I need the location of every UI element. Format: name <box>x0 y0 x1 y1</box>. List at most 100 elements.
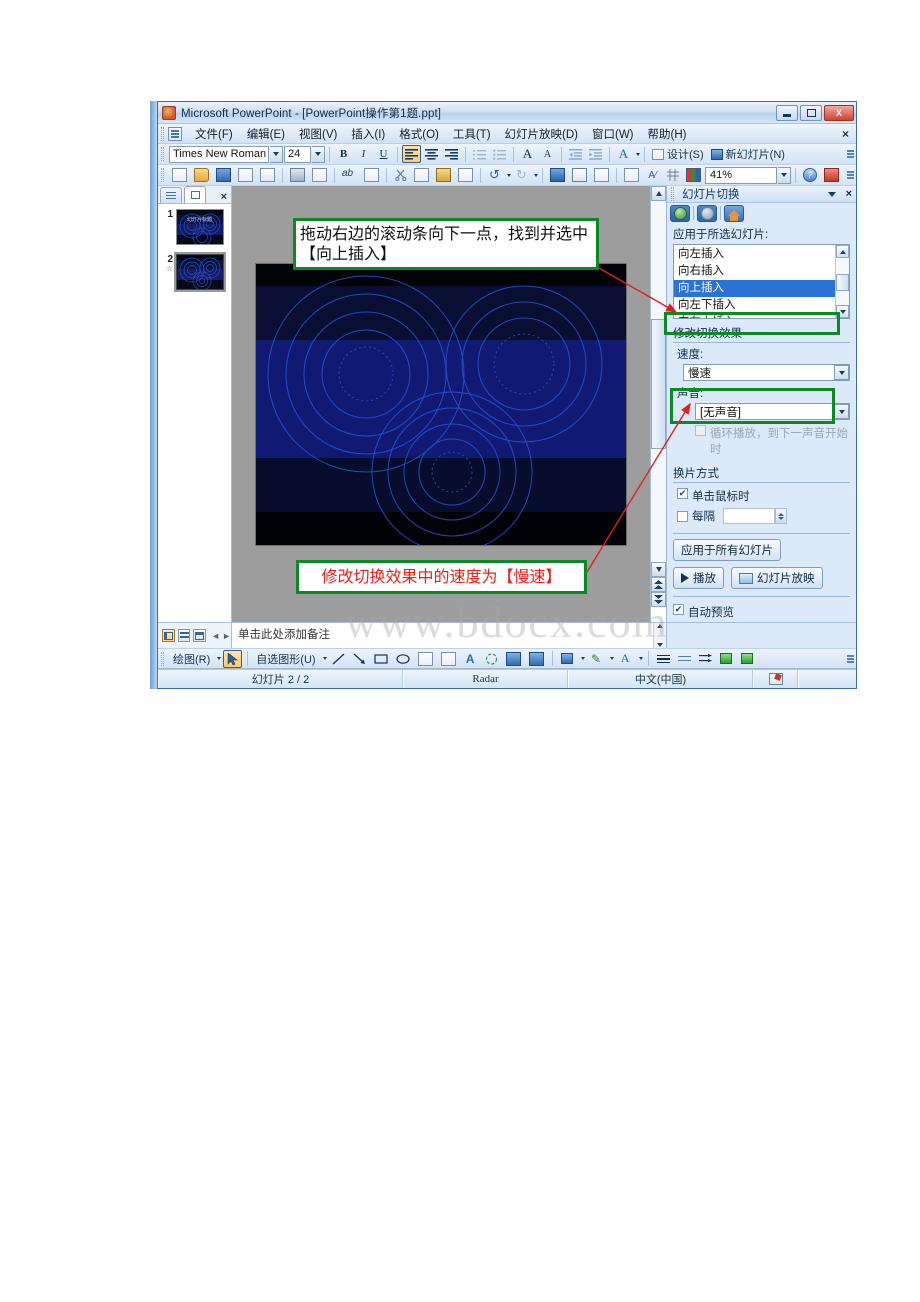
align-center-button[interactable] <box>422 145 441 163</box>
effect-item[interactable]: 向左上插入 <box>674 314 835 318</box>
auto-preview-checkbox[interactable]: ✔ <box>673 604 684 615</box>
menu-item-window[interactable]: 窗口(W) <box>585 124 641 144</box>
align-right-button[interactable] <box>442 145 461 163</box>
automatically-after-row[interactable]: 每隔 <box>673 506 850 526</box>
menu-item-tools[interactable]: 工具(T) <box>446 124 498 144</box>
thumbnail-scroll-arrows[interactable]: ◄ ► <box>211 631 231 641</box>
task-pane-dropdown-button[interactable] <box>827 188 836 200</box>
play-button[interactable]: 播放 <box>673 567 724 590</box>
decrease-indent-button[interactable] <box>566 145 585 163</box>
decrease-font-size-button[interactable]: A <box>538 145 557 163</box>
rectangle-button[interactable] <box>371 650 391 668</box>
line-color-button[interactable]: ✎ <box>587 650 606 668</box>
spellcheck-status[interactable] <box>753 670 798 688</box>
insert-table-button[interactable] <box>569 166 590 184</box>
line-style-button[interactable] <box>654 650 673 668</box>
slide-canvas[interactable] <box>256 263 626 545</box>
font-color-draw-dropdown-icon[interactable] <box>638 657 643 660</box>
draw-menu-button[interactable]: 绘图(R) <box>170 650 213 668</box>
line-button[interactable] <box>329 650 348 668</box>
effect-list-scrollbar[interactable] <box>835 245 849 319</box>
color-grayscale-button[interactable] <box>683 166 704 184</box>
arrow-button[interactable] <box>350 650 369 668</box>
office-assistant-button[interactable] <box>821 166 842 184</box>
autoshapes-menu-button[interactable]: 自选图形(U) <box>253 650 318 668</box>
increase-font-size-button[interactable]: A <box>518 145 537 163</box>
language-status[interactable]: 中文(中国) <box>568 670 753 688</box>
slide-show-button[interactable]: 幻灯片放映 <box>731 567 823 590</box>
scroll-down-button[interactable] <box>651 562 666 577</box>
effect-scroll-track[interactable] <box>836 258 849 306</box>
scroll-up-button[interactable] <box>651 186 666 201</box>
thumbnail-item[interactable]: 1 幻灯片标题 <box>161 209 228 245</box>
font-size-dropdown-icon[interactable] <box>312 145 325 163</box>
menu-grip[interactable] <box>161 126 164 141</box>
font-color-button[interactable]: A <box>614 145 633 163</box>
menu-item-slideshow[interactable]: 幻灯片放映(D) <box>498 124 585 144</box>
drawing-toolbar-grip[interactable] <box>161 651 164 666</box>
show-formatting-button[interactable]: A⁄ <box>643 166 662 184</box>
effect-item[interactable]: 向左插入 <box>674 246 835 263</box>
menu-item-view[interactable]: 视图(V) <box>292 124 344 144</box>
toolbar-overflow-button[interactable] <box>847 150 856 158</box>
effect-item[interactable]: 向左下插入 <box>674 297 835 314</box>
effect-scroll-down-button[interactable] <box>836 305 849 319</box>
draw-menu-dropdown-icon[interactable] <box>217 657 222 660</box>
new-slide-button[interactable]: 新幻灯片(N) <box>708 145 788 163</box>
apply-to-all-slides-button[interactable]: 应用于所有幻灯片 <box>673 539 781 562</box>
align-left-button[interactable] <box>402 145 421 163</box>
task-pane-grip[interactable] <box>671 187 674 202</box>
design-button[interactable]: 设计(S) <box>649 145 707 163</box>
automatically-after-input[interactable] <box>723 508 775 525</box>
font-color-draw-button[interactable]: A <box>616 650 635 668</box>
close-button[interactable]: X <box>824 104 854 121</box>
on-mouse-click-checkbox[interactable]: ✔ <box>677 488 688 500</box>
insert-chart-button[interactable] <box>547 166 568 184</box>
loop-until-next-sound-row[interactable]: 循环播放，到下一声音开始时 <box>673 423 850 459</box>
drawing-toolbar-overflow-button[interactable] <box>847 654 856 663</box>
automatically-after-stepper[interactable] <box>723 508 787 525</box>
menu-item-insert[interactable]: 插入(I) <box>344 124 392 144</box>
3d-style-button[interactable] <box>738 650 757 668</box>
auto-preview-row[interactable]: ✔ 自动预览 <box>667 602 856 622</box>
redo-dropdown-icon[interactable] <box>534 173 538 177</box>
menu-item-file[interactable]: 文件(F) <box>188 124 240 144</box>
show-grid-button[interactable] <box>663 166 682 184</box>
fill-color-dropdown-icon[interactable] <box>580 657 585 660</box>
paste-button[interactable] <box>433 166 454 184</box>
formatting-toolbar-grip[interactable] <box>161 147 164 161</box>
slide-sorter-view-button[interactable] <box>177 629 191 642</box>
task-pane-forward-button[interactable] <box>697 204 717 222</box>
font-size-input[interactable]: 24 <box>284 145 311 163</box>
spelling-button[interactable]: ab <box>339 166 360 184</box>
effect-item[interactable]: 向右插入 <box>674 263 835 280</box>
font-name-dropdown-icon[interactable] <box>270 145 283 163</box>
maximize-button[interactable] <box>800 104 822 121</box>
bulleted-list-button[interactable] <box>490 145 509 163</box>
undo-dropdown-icon[interactable] <box>507 173 511 177</box>
fill-color-button[interactable] <box>558 650 577 668</box>
sound-dropdown-icon[interactable] <box>834 404 849 420</box>
print-button[interactable] <box>287 166 308 184</box>
zoom-dropdown-icon[interactable] <box>778 166 791 184</box>
redo-button[interactable]: ↻ <box>512 166 531 184</box>
research-button[interactable] <box>361 166 382 184</box>
automatically-after-checkbox[interactable] <box>677 510 688 522</box>
speed-dropdown-icon[interactable] <box>834 365 849 381</box>
font-color-dropdown-icon[interactable] <box>636 152 640 156</box>
effect-scroll-thumb[interactable] <box>836 274 849 292</box>
on-mouse-click-row[interactable]: ✔ 单击鼠标时 <box>673 486 850 506</box>
slide-thumbnail-2[interactable] <box>174 252 226 292</box>
close-document-button[interactable]: × <box>842 127 856 141</box>
font-name-input[interactable]: Times New Roman <box>169 145 269 163</box>
new-button[interactable] <box>169 166 190 184</box>
normal-view-button[interactable] <box>162 629 175 642</box>
sound-dropdown[interactable]: [无声音] <box>695 403 850 421</box>
select-objects-button[interactable] <box>223 649 243 668</box>
oval-button[interactable] <box>393 650 413 668</box>
dash-style-button[interactable] <box>675 650 694 668</box>
numbered-list-button[interactable] <box>470 145 489 163</box>
scrollbar-thumb[interactable] <box>651 319 666 449</box>
increase-indent-button[interactable] <box>586 145 605 163</box>
undo-button[interactable]: ↺ <box>485 166 504 184</box>
